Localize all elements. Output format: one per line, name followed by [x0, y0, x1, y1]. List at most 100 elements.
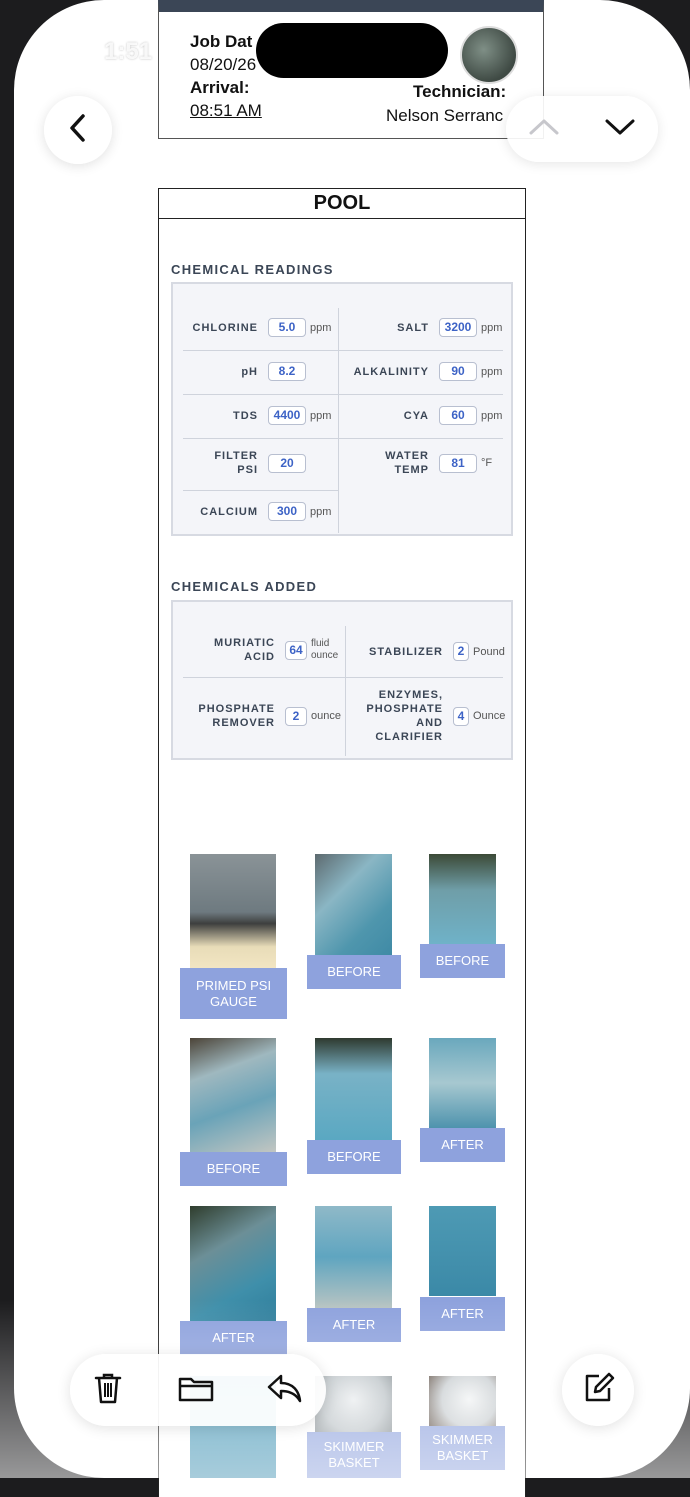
- label-line: PHOSPHATE: [366, 703, 443, 715]
- chemical-readings-panel: CHLORINE 5.0 ppm SALT 3200 ppm pH 8.2 AL…: [171, 282, 513, 536]
- caption-line: SKIMMER: [323, 1439, 385, 1454]
- reading-value[interactable]: 8.2: [268, 362, 306, 381]
- reading-unit: ppm: [481, 409, 503, 422]
- photo-thumbnail[interactable]: [429, 1376, 496, 1428]
- label-line: MURIATIC: [214, 637, 275, 649]
- reading-calcium: CALCIUM 300 ppm: [173, 502, 338, 521]
- battery-indicator: 51: [580, 38, 622, 60]
- pool-photo: [429, 1038, 496, 1128]
- photo-thumbnail[interactable]: [190, 854, 276, 970]
- trash-icon: [93, 1371, 123, 1410]
- divider: [183, 394, 503, 395]
- added-value[interactable]: 4: [453, 706, 469, 726]
- unit-line: fluid: [311, 638, 330, 649]
- pool-title: POOL: [159, 189, 525, 219]
- photo-thumbnail[interactable]: [315, 1376, 392, 1436]
- arrival-value: 08:51 AM: [190, 101, 262, 120]
- compose-button[interactable]: [562, 1354, 634, 1426]
- caption-text: SKIMMER BASKET: [432, 1432, 493, 1464]
- added-stabilizer: STABILIZER 2 Pound: [346, 642, 511, 661]
- reading-value[interactable]: 90: [439, 362, 477, 381]
- reply-button[interactable]: [248, 1354, 320, 1426]
- added-value[interactable]: 64: [285, 640, 307, 660]
- reading-unit: ppm: [481, 321, 503, 334]
- reading-label: ALKALINITY: [353, 365, 429, 378]
- reading-value[interactable]: 300: [268, 502, 306, 521]
- back-button[interactable]: [44, 96, 112, 164]
- added-unit: Ounce: [473, 710, 506, 722]
- caption-line: SKIMMER: [432, 1432, 493, 1447]
- reading-label: CALCIUM: [200, 505, 258, 518]
- reading-unit: ppm: [481, 365, 503, 378]
- photo-thumbnail[interactable]: [315, 1038, 392, 1140]
- reading-chlorine: CHLORINE 5.0 ppm: [173, 318, 338, 337]
- pool-photo: [190, 1206, 276, 1322]
- pool-photo: [429, 1206, 496, 1296]
- reading-water-temp: WATER TEMP 81 °F: [339, 449, 511, 477]
- reading-unit: °F: [481, 457, 493, 469]
- photo-thumbnail[interactable]: [429, 1206, 496, 1296]
- photo-thumbnail[interactable]: [315, 1206, 392, 1308]
- previous-button[interactable]: [506, 96, 582, 162]
- message-navigation: [506, 96, 658, 162]
- photo-thumbnail[interactable]: [190, 1206, 276, 1322]
- caption-line: BASKET: [436, 1448, 489, 1463]
- next-button[interactable]: [582, 96, 658, 162]
- bottom-toolbar: [70, 1354, 326, 1426]
- chevron-left-icon: [67, 113, 89, 148]
- label-line: ACID: [244, 651, 275, 663]
- pool-photo: [190, 1038, 276, 1152]
- divider: [183, 350, 503, 351]
- label-line: PSI: [237, 464, 258, 476]
- caption-line: GAUGE: [210, 993, 257, 1009]
- reading-value[interactable]: 20: [268, 453, 306, 473]
- added-value[interactable]: 2: [285, 706, 307, 726]
- arrival-label: Arrival:: [190, 78, 250, 97]
- reading-value[interactable]: 60: [439, 406, 477, 425]
- reading-value[interactable]: 3200: [439, 318, 477, 337]
- pool-photo: [429, 854, 496, 944]
- caption-line: PRIMED PSI: [195, 977, 272, 993]
- photo-thumbnail[interactable]: [315, 854, 392, 956]
- reading-label: pH: [241, 365, 258, 378]
- reading-cya: CYA 60 ppm: [339, 406, 511, 425]
- status-time: 1:51: [104, 38, 153, 65]
- added-phosphate-remover: PHOSPHATE REMOVER 2 ounce: [173, 702, 345, 730]
- added-label: PHOSPHATE REMOVER: [198, 702, 275, 730]
- folder-icon: [177, 1373, 215, 1408]
- reading-unit: ppm: [310, 321, 332, 334]
- technician-label: Technician:: [413, 82, 507, 101]
- label-line: FILTER: [214, 450, 258, 462]
- reading-label: WATER TEMP: [385, 449, 429, 477]
- divider: [183, 438, 503, 439]
- caption-text: SKIMMER BASKET: [324, 1439, 385, 1471]
- delete-button[interactable]: [72, 1354, 144, 1426]
- photo-caption: AFTER: [180, 1321, 287, 1355]
- label-line: REMOVER: [212, 717, 275, 729]
- reading-unit: ppm: [310, 409, 332, 422]
- added-label: STABILIZER: [369, 645, 443, 658]
- reading-value[interactable]: 5.0: [268, 318, 306, 337]
- gauge-photo: [190, 854, 276, 970]
- chemical-readings-title: CHEMICAL READINGS: [171, 262, 334, 277]
- reading-value[interactable]: 81: [439, 453, 477, 473]
- photo-caption: AFTER: [420, 1297, 505, 1331]
- photo-thumbnail[interactable]: [429, 1038, 496, 1128]
- reading-value[interactable]: 4400: [268, 406, 306, 425]
- pool-photo: [315, 1206, 392, 1308]
- move-folder-button[interactable]: [160, 1354, 232, 1426]
- compose-icon: [581, 1371, 615, 1410]
- photo-thumbnail[interactable]: [190, 1038, 276, 1152]
- skimmer-photo: [429, 1376, 496, 1428]
- reading-label: FILTER PSI: [214, 449, 258, 477]
- photo-caption: SKIMMER BASKET: [420, 1426, 505, 1470]
- reading-label: CHLORINE: [192, 321, 258, 334]
- label-line: PHOSPHATE: [198, 703, 275, 715]
- photo-caption: AFTER: [307, 1308, 401, 1342]
- skimmer-photo: [315, 1376, 392, 1436]
- added-value[interactable]: 2: [453, 642, 469, 661]
- photo-caption: PRIMED PSI GAUGE: [180, 968, 287, 1019]
- photo-thumbnail[interactable]: [429, 854, 496, 944]
- reading-filter-psi: FILTER PSI 20: [173, 449, 338, 477]
- photo-caption: BEFORE: [180, 1152, 287, 1186]
